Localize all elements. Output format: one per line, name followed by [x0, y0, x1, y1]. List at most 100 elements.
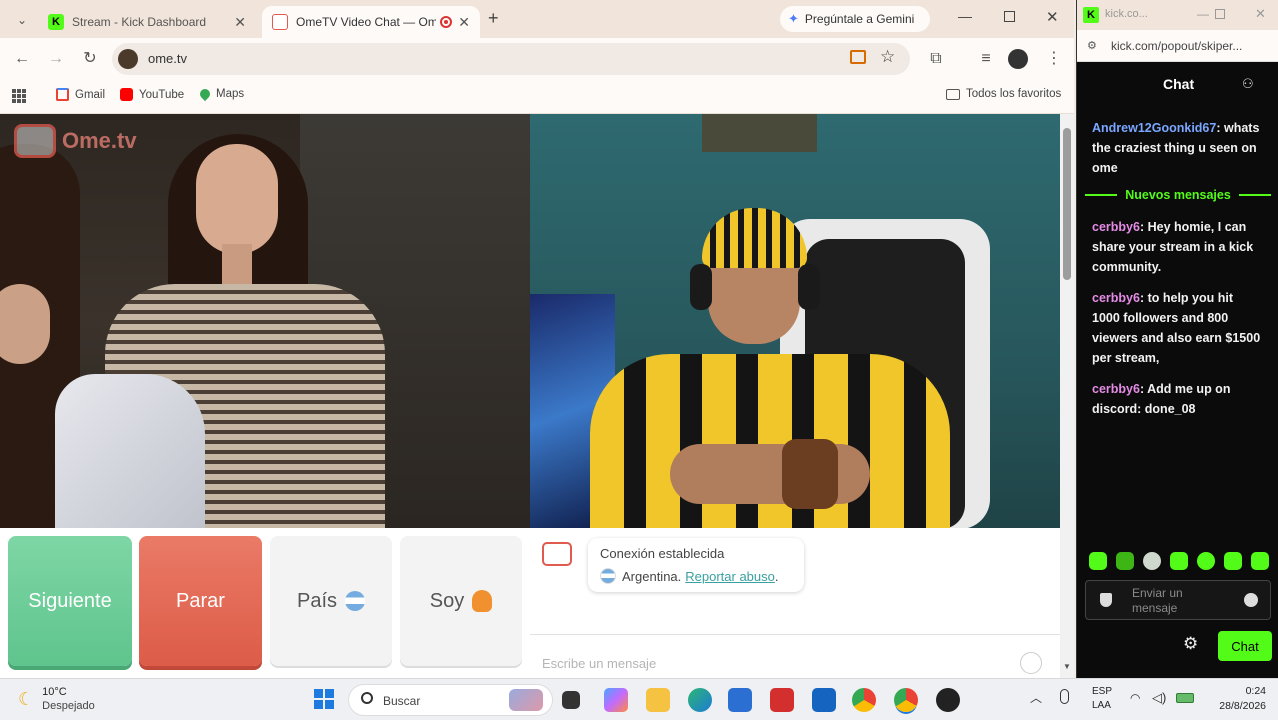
- chat-username[interactable]: cerbby6: [1092, 220, 1140, 234]
- chat-username[interactable]: Andrew12Goonkid67: [1092, 121, 1216, 135]
- message-input-divider: [530, 634, 1060, 635]
- start-icon[interactable]: [314, 689, 334, 709]
- extensions-icon[interactable]: ⧉: [924, 47, 948, 71]
- apps-icon[interactable]: [12, 89, 26, 103]
- task-view-icon[interactable]: [562, 691, 580, 709]
- minimize-button[interactable]: —: [1197, 7, 1209, 21]
- settings-icon[interactable]: ⚙: [1183, 634, 1198, 654]
- ometv-chat-logo-icon: [542, 542, 572, 566]
- emote-icon[interactable]: [1170, 552, 1188, 570]
- emote-icon[interactable]: [1224, 552, 1242, 570]
- emote-icon[interactable]: [1089, 552, 1107, 570]
- tab-kick-dashboard[interactable]: K Stream - Kick Dashboard ✕: [38, 6, 256, 38]
- bookmark-youtube[interactable]: YouTube: [120, 88, 184, 101]
- all-bookmarks[interactable]: Todos los favoritos: [946, 88, 1061, 100]
- language-code: ESP: [1092, 686, 1113, 697]
- headset-right: [798, 264, 820, 310]
- gender-button[interactable]: Soy: [400, 536, 522, 666]
- gender-label: Soy: [429, 589, 465, 612]
- chat-input[interactable]: Enviar un mensaje: [1085, 580, 1271, 620]
- bookmark-label: Maps: [216, 88, 245, 100]
- menu-icon[interactable]: ⋮: [1042, 47, 1066, 71]
- battery-icon[interactable]: [1176, 693, 1194, 703]
- ometv-icon: [272, 14, 288, 30]
- bookmark-star-icon[interactable]: ☆: [880, 47, 895, 67]
- address-bar[interactable]: ome.tv ☆: [112, 43, 910, 75]
- profile-avatar[interactable]: [1008, 49, 1028, 69]
- country-button[interactable]: País: [270, 536, 392, 666]
- tab-search-button[interactable]: ⌄: [12, 10, 32, 30]
- chat-username[interactable]: cerbby6: [1092, 382, 1140, 396]
- obs-icon[interactable]: [936, 688, 960, 712]
- store-icon[interactable]: [728, 688, 752, 712]
- chat-username[interactable]: cerbby6: [1092, 291, 1140, 305]
- close-window-button[interactable]: ✕: [1255, 6, 1266, 22]
- emoji-icon[interactable]: [1020, 652, 1042, 674]
- cast-icon[interactable]: [850, 50, 866, 64]
- ometv-page: Ome.tv ▼ Siguiente Parar País Soy Conexi…: [0, 114, 1074, 678]
- report-abuse-link[interactable]: Reportar abuso: [685, 569, 775, 584]
- forward-icon[interactable]: →: [44, 47, 68, 71]
- close-window-button[interactable]: ✕: [1046, 8, 1059, 26]
- reload-icon[interactable]: ↻: [78, 47, 102, 71]
- browser-window: ⌄ K Stream - Kick Dashboard ✕ OmeTV Vide…: [0, 0, 1074, 678]
- tray-overflow-icon[interactable]: ︿: [1030, 689, 1042, 706]
- stop-button[interactable]: Parar: [139, 536, 262, 666]
- wifi-icon[interactable]: ◠: [1130, 691, 1140, 705]
- weather-temp: 10°C: [42, 686, 67, 698]
- media-icon[interactable]: ≡: [974, 47, 998, 71]
- minimize-button[interactable]: —: [958, 8, 972, 24]
- striped-cap: [702, 208, 807, 268]
- gemini-button[interactable]: ✦ Pregúntale a Gemini: [780, 6, 930, 32]
- page-scrollbar[interactable]: ▼: [1060, 114, 1074, 678]
- emote-bar: [1089, 552, 1269, 572]
- chat-colon: :: [1139, 291, 1148, 305]
- emote-icon[interactable]: [1251, 552, 1269, 570]
- file-explorer-icon[interactable]: [646, 688, 670, 712]
- microphone-icon[interactable]: [1060, 689, 1069, 704]
- bookmark-label: YouTube: [139, 88, 185, 101]
- emote-icon[interactable]: [1143, 552, 1161, 570]
- emote-icon[interactable]: [1197, 552, 1215, 570]
- chat-message: cerbby6: Hey homie, I can share your str…: [1092, 217, 1262, 277]
- send-chat-button[interactable]: Chat: [1218, 631, 1272, 661]
- back-icon[interactable]: ←: [10, 47, 34, 71]
- clock[interactable]: 0:24 28/8/2026: [1206, 684, 1266, 714]
- new-tab-button[interactable]: +: [488, 8, 508, 29]
- connection-status: Conexión establecida: [600, 546, 725, 561]
- chat-message: cerbby6: Add me up on discord: done_08: [1092, 379, 1262, 419]
- maximize-button[interactable]: [1215, 9, 1225, 19]
- volume-icon[interactable]: ◁): [1152, 690, 1166, 706]
- edge-icon[interactable]: [688, 688, 712, 712]
- scrollbar-thumb[interactable]: [1063, 128, 1071, 280]
- language-indicator[interactable]: ESP LAA: [1092, 685, 1112, 713]
- popout-address-bar: ⚙ kick.com/popout/skiper...: [1077, 30, 1278, 62]
- close-icon[interactable]: ✕: [234, 14, 246, 31]
- site-info-icon[interactable]: [118, 49, 138, 69]
- taskbar-search[interactable]: Buscar: [348, 684, 553, 716]
- tab-title: OmeTV Video Chat — Ome: [296, 15, 436, 29]
- chrome-icon[interactable]: [852, 688, 876, 712]
- message-input[interactable]: Escribe un mensaje: [542, 656, 656, 671]
- scroll-down-arrow[interactable]: ▼: [1063, 662, 1071, 671]
- country-name: Argentina.: [622, 568, 682, 584]
- bookmark-maps[interactable]: Maps: [197, 86, 245, 102]
- clock-date: 28/8/2026: [1219, 700, 1266, 712]
- letter-l-app-icon[interactable]: [770, 688, 794, 712]
- next-label: Siguiente: [28, 589, 112, 612]
- tab-ometv[interactable]: OmeTV Video Chat — Ome ✕: [262, 6, 480, 38]
- users-icon[interactable]: ⚇: [1242, 76, 1254, 92]
- bookmark-label: Gmail: [75, 88, 106, 101]
- popout-window-title: kick.co...: [1105, 8, 1148, 20]
- chat-colon: :: [1216, 121, 1224, 135]
- outlook-icon[interactable]: [812, 688, 836, 712]
- close-icon[interactable]: ✕: [458, 14, 470, 31]
- bookmark-gmail[interactable]: Gmail: [56, 88, 105, 101]
- emote-icon[interactable]: [1116, 552, 1134, 570]
- next-button[interactable]: Siguiente: [8, 536, 132, 666]
- chrome-profile-icon[interactable]: [894, 688, 918, 712]
- weather-widget[interactable]: ☾ 10°C Despejado: [18, 685, 95, 713]
- copilot-icon[interactable]: [604, 688, 628, 712]
- emoji-icon[interactable]: [1244, 593, 1258, 607]
- maximize-button[interactable]: [1004, 11, 1015, 22]
